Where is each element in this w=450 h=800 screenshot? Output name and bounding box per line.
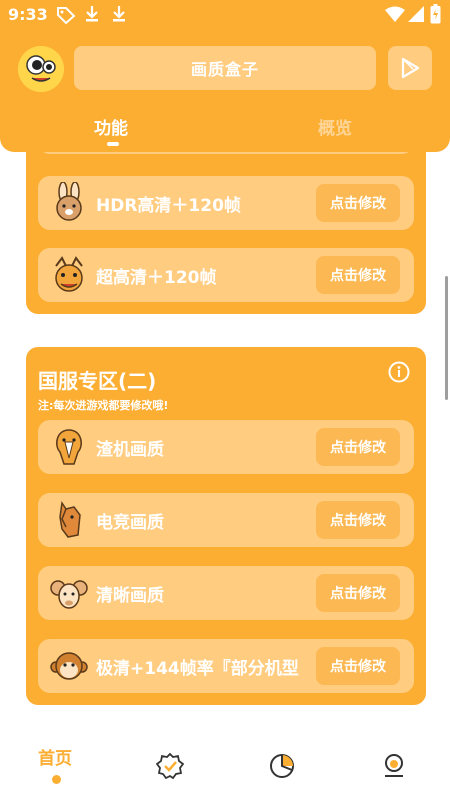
row-label: 清晰画质 [96,586,164,606]
modify-button[interactable]: 点击修改 [316,501,400,539]
nav-home[interactable]: 首页 [38,744,72,769]
app-title[interactable]: 画质盒子 [74,46,376,90]
download-icon [113,6,125,22]
modify-button[interactable]: 点击修改 [316,574,400,612]
profile-icon[interactable] [380,752,408,780]
section-note: 注:每次进游戏都要修改哦! [38,399,169,412]
list-item[interactable]: 清晰画质 点击修改 [38,566,414,620]
scrollbar[interactable] [445,276,448,400]
modify-button[interactable]: 点击修改 [316,184,400,222]
card-cn-server-section: 国服专区(二) 注:每次进游戏都要修改哦! 渣机画质 点击修改 电竞画质 点击修… [26,347,426,705]
list-item[interactable]: HDR高清＋120帧 点击修改 [38,176,414,230]
play-button[interactable] [388,46,432,90]
row-label: 超高清＋120帧 [96,268,217,288]
tag-icon [57,7,76,24]
row-label: 极清+144帧率『部分机型 [96,659,299,679]
list-item[interactable]: 超高清＋120帧 点击修改 [38,248,414,302]
list-item[interactable]: 电竞画质 点击修改 [38,493,414,547]
nav-active-dot [52,775,61,784]
play-icon [401,57,420,79]
ram-icon [50,580,88,609]
wifi-icon [385,6,405,22]
row-label: HDR高清＋120帧 [96,196,241,216]
rabbit-icon [56,182,82,221]
battery-icon [430,4,441,24]
row-label: 电竞画质 [96,513,164,533]
top-bar: 画质盒子 [0,44,450,92]
tab-bar: 功能 概览 [0,110,450,150]
bottom-nav: 首页 [0,730,450,800]
list-item[interactable]: 极清+144帧率『部分机型 点击修改 [38,639,414,693]
status-bar: 9:33 [0,0,450,30]
modify-button[interactable]: 点击修改 [316,256,400,294]
pie-chart-icon[interactable] [268,752,296,780]
snake-icon [56,429,82,465]
modify-button[interactable]: 点击修改 [316,647,400,685]
signal-icon [408,6,424,22]
info-icon[interactable] [388,361,410,383]
badge-check-icon[interactable] [156,752,184,780]
list-item[interactable]: 渣机画质 点击修改 [38,420,414,474]
tab-functions[interactable]: 功能 [94,114,128,139]
dragon-icon [55,256,83,292]
row-label: 渣机画质 [96,440,164,460]
modify-button[interactable]: 点击修改 [316,428,400,466]
horse-icon [59,500,81,538]
monkey-icon [50,652,88,680]
tab-indicator [107,142,119,146]
section-title: 国服专区(二) [38,369,157,393]
app-header: 9:33 画质盒子 功能 概览 [0,0,450,152]
avatar[interactable] [18,46,64,92]
download-icon [86,6,98,22]
status-time: 9:33 [8,5,48,24]
tab-overview[interactable]: 概览 [318,114,352,139]
